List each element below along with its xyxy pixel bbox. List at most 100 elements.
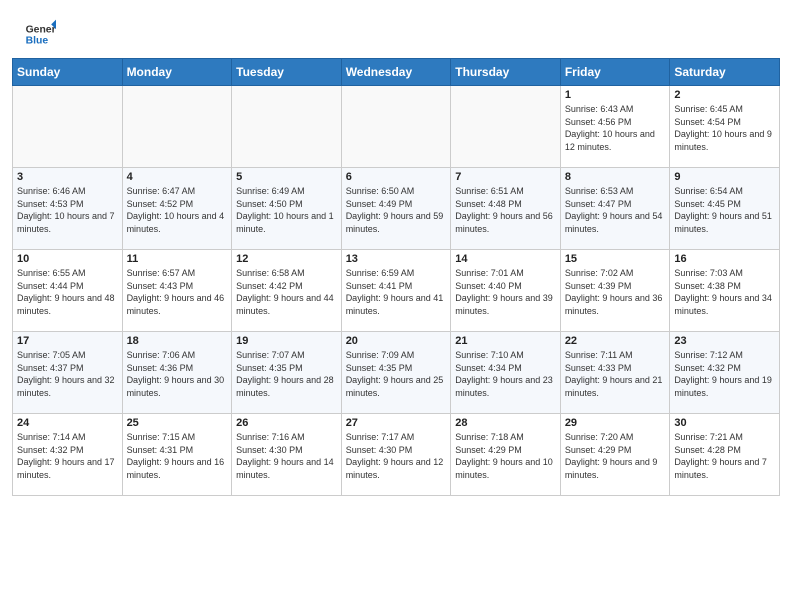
day-cell: 8 Sunrise: 6:53 AMSunset: 4:47 PMDaylight… bbox=[560, 168, 670, 250]
day-number: 4 bbox=[127, 171, 228, 183]
weekday-header-saturday: Saturday bbox=[670, 59, 780, 86]
day-number: 25 bbox=[127, 417, 228, 429]
calendar-header: SundayMondayTuesdayWednesdayThursdayFrid… bbox=[13, 59, 780, 86]
day-cell bbox=[122, 86, 232, 168]
page-header: General Blue bbox=[0, 0, 792, 58]
day-info: Sunrise: 6:47 AMSunset: 4:52 PMDaylight:… bbox=[127, 185, 228, 235]
day-cell bbox=[13, 86, 123, 168]
day-number: 23 bbox=[674, 335, 775, 347]
day-info: Sunrise: 6:51 AMSunset: 4:48 PMDaylight:… bbox=[455, 185, 556, 235]
day-info: Sunrise: 6:57 AMSunset: 4:43 PMDaylight:… bbox=[127, 267, 228, 317]
day-info: Sunrise: 7:12 AMSunset: 4:32 PMDaylight:… bbox=[674, 349, 775, 399]
day-number: 7 bbox=[455, 171, 556, 183]
calendar-body: 1Sunrise: 6:43 AMSunset: 4:56 PMDaylight… bbox=[13, 86, 780, 496]
day-cell: 14Sunrise: 7:01 AMSunset: 4:40 PMDayligh… bbox=[451, 250, 561, 332]
day-info: Sunrise: 7:03 AMSunset: 4:38 PMDaylight:… bbox=[674, 267, 775, 317]
logo: General Blue bbox=[24, 18, 60, 50]
day-number: 10 bbox=[17, 253, 118, 265]
day-number: 9 bbox=[674, 171, 775, 183]
day-cell: 1Sunrise: 6:43 AMSunset: 4:56 PMDaylight… bbox=[560, 86, 670, 168]
day-number: 26 bbox=[236, 417, 337, 429]
week-row-3: 10 Sunrise: 6:55 AMSunset: 4:44 PMDayligh… bbox=[13, 250, 780, 332]
day-number: 22 bbox=[565, 335, 666, 347]
day-number: 6 bbox=[346, 171, 447, 183]
week-row-5: 24 Sunrise: 7:14 AMSunset: 4:32 PMDayligh… bbox=[13, 414, 780, 496]
day-cell: 3 Sunrise: 6:46 AMSunset: 4:53 PMDaylight… bbox=[13, 168, 123, 250]
day-cell bbox=[341, 86, 451, 168]
week-row-4: 17 Sunrise: 7:05 AMSunset: 4:37 PMDayligh… bbox=[13, 332, 780, 414]
day-number: 16 bbox=[674, 253, 775, 265]
day-info: Sunrise: 7:16 AMSunset: 4:30 PMDaylight:… bbox=[236, 431, 337, 481]
day-number: 14 bbox=[455, 253, 556, 265]
day-info: Sunrise: 6:55 AMSunset: 4:44 PMDaylight:… bbox=[17, 267, 118, 317]
weekday-header-thursday: Thursday bbox=[451, 59, 561, 86]
day-info: Sunrise: 7:02 AMSunset: 4:39 PMDaylight:… bbox=[565, 267, 666, 317]
weekday-header-tuesday: Tuesday bbox=[232, 59, 342, 86]
day-cell: 29 Sunrise: 7:20 AMSunset: 4:29 PMDayligh… bbox=[560, 414, 670, 496]
day-cell: 23 Sunrise: 7:12 AMSunset: 4:32 PMDayligh… bbox=[670, 332, 780, 414]
day-number: 19 bbox=[236, 335, 337, 347]
day-cell: 7 Sunrise: 6:51 AMSunset: 4:48 PMDaylight… bbox=[451, 168, 561, 250]
day-info: Sunrise: 7:05 AMSunset: 4:37 PMDaylight:… bbox=[17, 349, 118, 399]
weekday-header-friday: Friday bbox=[560, 59, 670, 86]
day-info: Sunrise: 7:15 AMSunset: 4:31 PMDaylight:… bbox=[127, 431, 228, 481]
day-cell: 20Sunrise: 7:09 AMSunset: 4:35 PMDayligh… bbox=[341, 332, 451, 414]
day-number: 29 bbox=[565, 417, 666, 429]
day-cell: 19 Sunrise: 7:07 AMSunset: 4:35 PMDayligh… bbox=[232, 332, 342, 414]
day-cell: 5 Sunrise: 6:49 AMSunset: 4:50 PMDaylight… bbox=[232, 168, 342, 250]
day-info: Sunrise: 6:49 AMSunset: 4:50 PMDaylight:… bbox=[236, 185, 337, 235]
day-info: Sunrise: 7:11 AMSunset: 4:33 PMDaylight:… bbox=[565, 349, 666, 399]
day-number: 18 bbox=[127, 335, 228, 347]
day-number: 8 bbox=[565, 171, 666, 183]
weekday-header-sunday: Sunday bbox=[13, 59, 123, 86]
day-number: 21 bbox=[455, 335, 556, 347]
day-number: 30 bbox=[674, 417, 775, 429]
day-cell: 24 Sunrise: 7:14 AMSunset: 4:32 PMDayligh… bbox=[13, 414, 123, 496]
day-number: 2 bbox=[674, 89, 775, 101]
day-info: Sunrise: 7:10 AMSunset: 4:34 PMDaylight:… bbox=[455, 349, 556, 399]
day-info: Sunrise: 6:46 AMSunset: 4:53 PMDaylight:… bbox=[17, 185, 118, 235]
day-number: 27 bbox=[346, 417, 447, 429]
day-cell: 27Sunrise: 7:17 AMSunset: 4:30 PMDayligh… bbox=[341, 414, 451, 496]
day-cell bbox=[232, 86, 342, 168]
day-cell: 12Sunrise: 6:58 AMSunset: 4:42 PMDayligh… bbox=[232, 250, 342, 332]
week-row-2: 3 Sunrise: 6:46 AMSunset: 4:53 PMDaylight… bbox=[13, 168, 780, 250]
day-cell: 11 Sunrise: 6:57 AMSunset: 4:43 PMDayligh… bbox=[122, 250, 232, 332]
svg-text:Blue: Blue bbox=[26, 36, 49, 47]
day-number: 12 bbox=[236, 253, 337, 265]
weekday-header-monday: Monday bbox=[122, 59, 232, 86]
day-info: Sunrise: 7:21 AMSunset: 4:28 PMDaylight:… bbox=[674, 431, 775, 481]
day-cell: 25 Sunrise: 7:15 AMSunset: 4:31 PMDayligh… bbox=[122, 414, 232, 496]
day-cell: 4 Sunrise: 6:47 AMSunset: 4:52 PMDaylight… bbox=[122, 168, 232, 250]
day-number: 24 bbox=[17, 417, 118, 429]
day-info: Sunrise: 7:09 AMSunset: 4:35 PMDaylight:… bbox=[346, 349, 447, 399]
day-info: Sunrise: 7:18 AMSunset: 4:29 PMDaylight:… bbox=[455, 431, 556, 481]
day-number: 3 bbox=[17, 171, 118, 183]
day-number: 11 bbox=[127, 253, 228, 265]
day-cell: 9 Sunrise: 6:54 AMSunset: 4:45 PMDaylight… bbox=[670, 168, 780, 250]
logo-icon: General Blue bbox=[24, 18, 56, 50]
day-number: 15 bbox=[565, 253, 666, 265]
weekday-header-wednesday: Wednesday bbox=[341, 59, 451, 86]
week-row-1: 1Sunrise: 6:43 AMSunset: 4:56 PMDaylight… bbox=[13, 86, 780, 168]
day-number: 13 bbox=[346, 253, 447, 265]
calendar: SundayMondayTuesdayWednesdayThursdayFrid… bbox=[0, 58, 792, 508]
day-cell: 21 Sunrise: 7:10 AMSunset: 4:34 PMDayligh… bbox=[451, 332, 561, 414]
day-cell: 13 Sunrise: 6:59 AMSunset: 4:41 PMDayligh… bbox=[341, 250, 451, 332]
day-cell: 6Sunrise: 6:50 AMSunset: 4:49 PMDaylight… bbox=[341, 168, 451, 250]
day-number: 5 bbox=[236, 171, 337, 183]
day-cell: 26 Sunrise: 7:16 AMSunset: 4:30 PMDayligh… bbox=[232, 414, 342, 496]
day-info: Sunrise: 6:53 AMSunset: 4:47 PMDaylight:… bbox=[565, 185, 666, 235]
day-info: Sunrise: 7:06 AMSunset: 4:36 PMDaylight:… bbox=[127, 349, 228, 399]
day-info: Sunrise: 6:59 AMSunset: 4:41 PMDaylight:… bbox=[346, 267, 447, 317]
weekday-row: SundayMondayTuesdayWednesdayThursdayFrid… bbox=[13, 59, 780, 86]
day-info: Sunrise: 6:54 AMSunset: 4:45 PMDaylight:… bbox=[674, 185, 775, 235]
day-number: 17 bbox=[17, 335, 118, 347]
day-info: Sunrise: 7:07 AMSunset: 4:35 PMDaylight:… bbox=[236, 349, 337, 399]
day-cell: 15 Sunrise: 7:02 AMSunset: 4:39 PMDayligh… bbox=[560, 250, 670, 332]
day-info: Sunrise: 7:14 AMSunset: 4:32 PMDaylight:… bbox=[17, 431, 118, 481]
day-cell: 10 Sunrise: 6:55 AMSunset: 4:44 PMDayligh… bbox=[13, 250, 123, 332]
day-info: Sunrise: 7:20 AMSunset: 4:29 PMDaylight:… bbox=[565, 431, 666, 481]
day-cell: 16 Sunrise: 7:03 AMSunset: 4:38 PMDayligh… bbox=[670, 250, 780, 332]
day-cell: 18 Sunrise: 7:06 AMSunset: 4:36 PMDayligh… bbox=[122, 332, 232, 414]
